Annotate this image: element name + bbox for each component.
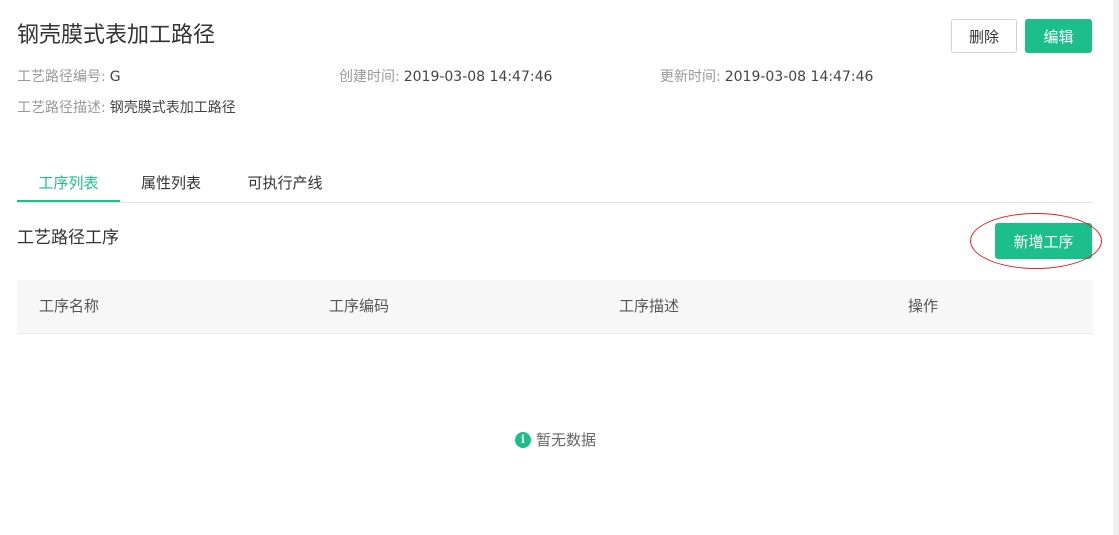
tab-process-list[interactable]: 工序列表 — [17, 168, 120, 202]
route-code-label: 工艺路径编号: — [17, 69, 106, 85]
empty-state: i 暂无数据 — [515, 429, 596, 450]
column-header-name: 工序名称 — [39, 297, 100, 315]
updated-time-label: 更新时间: — [660, 69, 721, 85]
route-description-value: 钢壳膜式表加工路径 — [109, 100, 236, 116]
delete-button[interactable]: 删除 — [951, 19, 1017, 53]
route-description-label: 工艺路径描述: — [17, 100, 106, 116]
page-title: 钢壳膜式表加工路径 — [17, 23, 216, 48]
created-time-value: 2019-03-08 14:47:46 — [403, 69, 553, 85]
column-header-actions: 操作 — [908, 297, 939, 315]
route-code: 工艺路径编号: G — [17, 67, 121, 87]
route-description: 工艺路径描述: 钢壳膜式表加工路径 — [17, 98, 236, 118]
table-header: 工序名称 工序编码 工序描述 操作 — [17, 280, 1093, 334]
created-time-label: 创建时间: — [339, 69, 400, 85]
info-icon: i — [515, 431, 531, 448]
header-actions: 删除 编辑 — [951, 19, 1092, 53]
route-code-value: G — [109, 69, 121, 85]
column-header-description: 工序描述 — [619, 297, 680, 315]
tab-executable-lines[interactable]: 可执行产线 — [235, 168, 335, 201]
updated-time-value: 2019-03-08 14:47:46 — [724, 69, 874, 85]
column-header-code: 工序编码 — [329, 297, 390, 315]
tab-attribute-list[interactable]: 属性列表 — [130, 168, 212, 201]
tab-bar: 工序列表 属性列表 可执行产线 — [17, 168, 1093, 203]
add-process-button[interactable]: 新增工序 — [995, 223, 1092, 259]
edit-button[interactable]: 编辑 — [1025, 19, 1092, 53]
empty-text: 暂无数据 — [536, 431, 597, 449]
section-title: 工艺路径工序 — [17, 228, 119, 248]
created-time: 创建时间: 2019-03-08 14:47:46 — [339, 67, 552, 87]
process-route-detail-page: 钢壳膜式表加工路径 删除 编辑 工艺路径编号: G 创建时间: 2019-03-08… — [0, 0, 1119, 535]
updated-time: 更新时间: 2019-03-08 14:47:46 — [660, 67, 873, 87]
scrollbar[interactable] — [1113, 0, 1119, 535]
